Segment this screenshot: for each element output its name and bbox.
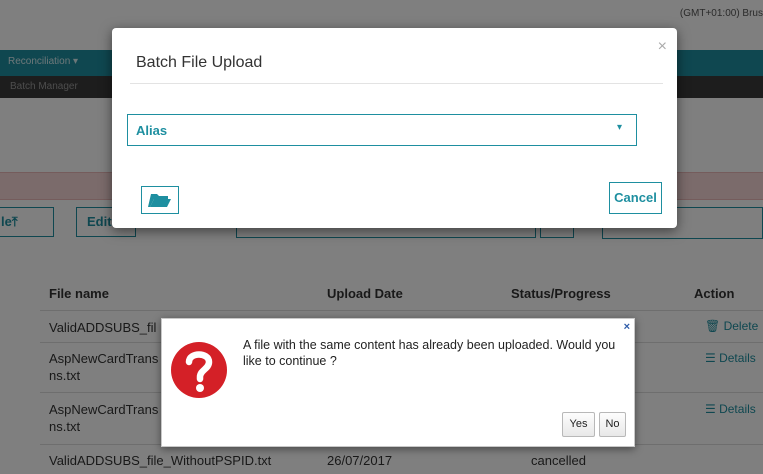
- close-icon[interactable]: ×: [658, 38, 667, 56]
- confirm-message: A file with the same content has already…: [243, 338, 616, 368]
- alias-select[interactable]: Alias ▾: [127, 114, 637, 146]
- no-button[interactable]: No: [599, 412, 626, 437]
- chevron-down-icon: ▾: [616, 122, 622, 133]
- modal-divider: [130, 83, 663, 84]
- duplicate-file-confirm-dialog: × A file with the same content has alrea…: [161, 318, 635, 447]
- batch-file-upload-modal: Batch File Upload × Alias ▾ Cancel: [112, 28, 677, 228]
- yes-button[interactable]: Yes: [562, 412, 595, 437]
- browse-file-button[interactable]: [141, 186, 179, 214]
- close-icon[interactable]: ×: [624, 321, 630, 333]
- alias-select-value: Alias: [136, 123, 168, 138]
- modal-title: Batch File Upload: [136, 54, 263, 71]
- question-mark-icon: [171, 342, 227, 398]
- folder-open-icon: [148, 194, 171, 207]
- cancel-button[interactable]: Cancel: [609, 182, 662, 214]
